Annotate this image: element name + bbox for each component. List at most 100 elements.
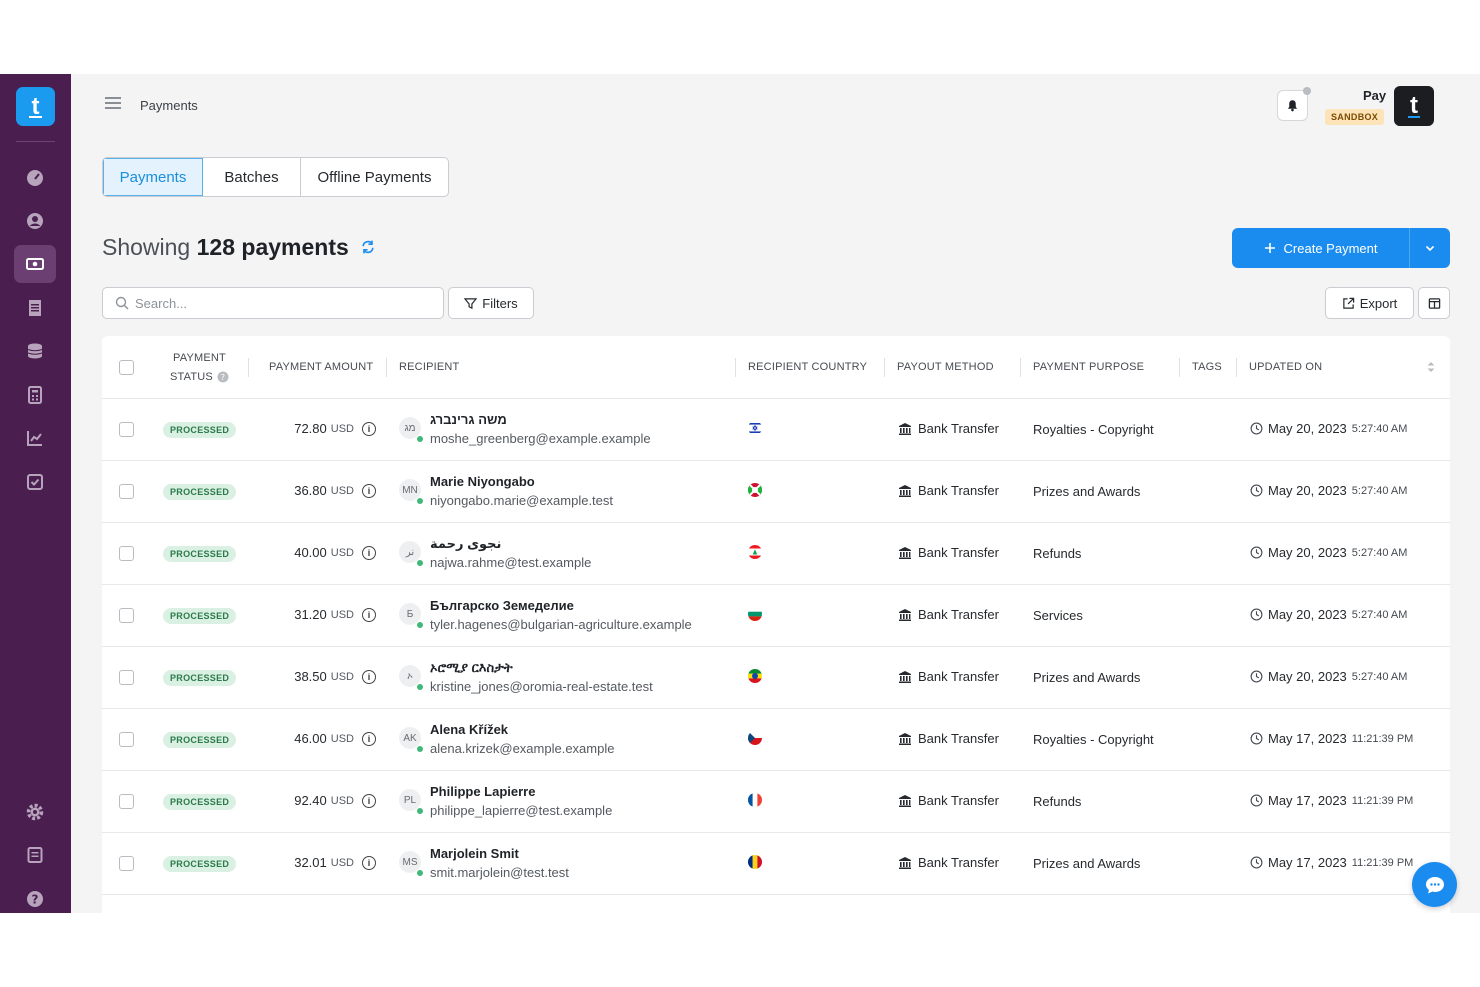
status-badge: PROCESSED (163, 856, 237, 872)
updated-on: May 17, 2023 11:21:39 PM (1250, 731, 1413, 746)
account-avatar[interactable]: t (1394, 86, 1434, 126)
payment-purpose: Prizes and Awards (1033, 856, 1141, 871)
sidebar-item-settings[interactable] (14, 793, 56, 831)
recipient-name[interactable]: Българско Земеделие (430, 598, 574, 613)
table-row[interactable]: PROCESSED 46.00 USD i AK Alena Křížek alena.kr… (102, 709, 1450, 771)
refresh-icon[interactable] (360, 239, 376, 255)
row-checkbox[interactable] (119, 732, 134, 747)
info-icon[interactable]: i (362, 731, 376, 746)
search-input[interactable] (135, 295, 415, 311)
bank-icon (899, 422, 911, 435)
export-button[interactable]: Export (1325, 287, 1414, 319)
bank-icon (899, 608, 911, 621)
column-recipient[interactable]: RECIPIENT (399, 336, 459, 399)
create-payment-menu-button[interactable] (1410, 228, 1450, 268)
sidebar-item-recipients[interactable] (14, 202, 56, 240)
table-row[interactable]: PROCESSED 38.50 USD i ኦ ኦሮሚያ ርእስታት kristine_jo… (102, 647, 1450, 709)
search-box (102, 287, 444, 319)
filters-button[interactable]: Filters (448, 287, 534, 319)
info-icon[interactable]: i (362, 545, 376, 560)
info-icon[interactable]: i (362, 421, 376, 436)
status-badge: PROCESSED (163, 422, 237, 438)
chat-button[interactable] (1412, 862, 1457, 907)
avatar: نر (399, 541, 423, 566)
recipient-name[interactable]: Alena Křížek (430, 722, 508, 737)
info-icon[interactable]: i (362, 855, 376, 870)
column-payment-purpose[interactable]: PAYMENT PURPOSE (1033, 336, 1144, 399)
recipient-name[interactable]: نجوى رحمة (430, 536, 501, 552)
updated-on: May 20, 2023 5:27:40 AM (1250, 669, 1407, 684)
bank-icon (899, 732, 911, 745)
recipient-name[interactable]: Marjolein Smit (430, 846, 519, 861)
recipient-email: moshe_greenberg@example.example (430, 431, 651, 446)
column-payment-amount[interactable]: PAYMENT AMOUNT (269, 336, 373, 399)
bell-icon (1287, 100, 1298, 112)
tab-payments[interactable]: Payments (103, 158, 203, 196)
payment-purpose: Royalties - Copyright (1033, 422, 1154, 437)
table-row[interactable]: PROCESSED 36.80 USD i MN Marie Niyongabo niyon… (102, 461, 1450, 523)
row-checkbox[interactable] (119, 546, 134, 561)
filter-icon (464, 297, 478, 309)
payout-method: Bank Transfer (898, 669, 999, 684)
external-link-icon (1342, 297, 1354, 309)
column-payment-status[interactable]: PAYMENT STATUS ? (170, 336, 229, 399)
clock-icon (1250, 546, 1263, 559)
payment-amount: 92.40 USD i (294, 793, 376, 808)
page-title: Showing 128 payments (102, 234, 349, 260)
sidebar-item-invoices[interactable] (14, 289, 56, 327)
sidebar-item-dashboard[interactable] (14, 159, 56, 197)
table-row[interactable]: PROCESSED 92.40 USD i PL Philippe Lapierre phi… (102, 771, 1450, 833)
column-tags[interactable]: TAGS (1192, 336, 1222, 399)
tab-batches[interactable]: Batches (203, 158, 301, 196)
row-checkbox[interactable] (119, 794, 134, 809)
info-icon[interactable]: i (362, 669, 376, 684)
table-row[interactable]: PROCESSED 72.80 USD i מג משה גרינברג moshe_gre… (102, 399, 1450, 461)
tab-offline-payments[interactable]: Offline Payments (301, 158, 448, 196)
row-checkbox[interactable] (119, 670, 134, 685)
sort-icon[interactable] (1426, 360, 1436, 374)
receipt-icon (29, 300, 41, 316)
table-row[interactable]: PROCESSED 31.20 USD i Б Българско Земеделие ty… (102, 585, 1450, 647)
account-name: Pay (1363, 88, 1387, 103)
sidebar-item-help[interactable]: ? (14, 880, 56, 913)
recipient-name[interactable]: Marie Niyongabo (430, 474, 535, 489)
recipient-name[interactable]: ኦሮሚያ ርእስታት (430, 660, 513, 676)
info-icon[interactable]: i (362, 793, 376, 808)
app-logo[interactable]: t (16, 87, 55, 126)
sidebar-item-payments[interactable] (14, 245, 56, 283)
clock-icon (1250, 484, 1263, 497)
payment-amount: 40.00 USD i (294, 545, 376, 560)
menu-toggle[interactable] (105, 97, 121, 111)
sidebar-item-tasks[interactable] (14, 463, 56, 501)
select-all-checkbox[interactable] (119, 360, 134, 375)
column-updated-on[interactable]: UPDATED ON (1249, 336, 1322, 399)
row-checkbox[interactable] (119, 856, 134, 871)
row-checkbox[interactable] (119, 608, 134, 623)
recipient-name[interactable]: Philippe Lapierre (430, 784, 535, 799)
table-row[interactable]: PROCESSED 32.01 USD i MS Marjolein Smit smit.m… (102, 833, 1450, 895)
avatar: ኦ (399, 665, 423, 690)
row-checkbox[interactable] (119, 422, 134, 437)
column-settings-button[interactable] (1418, 287, 1450, 319)
updated-on: May 20, 2023 5:27:40 AM (1250, 545, 1407, 560)
table-row[interactable]: PROCESSED 40.00 USD i نر نجوى رحمة najwa.rahme… (102, 523, 1450, 585)
create-payment-button[interactable]: Create Payment (1232, 228, 1410, 268)
notifications-button[interactable] (1277, 87, 1311, 121)
sidebar-item-docs[interactable] (14, 836, 56, 874)
sidebar-item-tax[interactable] (14, 376, 56, 414)
database-icon (27, 343, 43, 359)
sidebar-item-reports[interactable] (14, 419, 56, 457)
chevron-down-icon (1425, 245, 1435, 252)
info-icon[interactable]: i (362, 607, 376, 622)
sidebar-item-funding[interactable] (14, 332, 56, 370)
online-status-dot (417, 746, 423, 752)
row-checkbox[interactable] (119, 484, 134, 499)
column-recipient-country[interactable]: RECIPIENT COUNTRY (748, 336, 867, 399)
info-icon[interactable]: i (362, 483, 376, 498)
line-chart-icon (27, 431, 42, 446)
recipient-name[interactable]: משה גרינברג (430, 412, 507, 427)
column-payout-method[interactable]: PAYOUT METHOD (897, 336, 994, 399)
avatar: AK (399, 727, 423, 752)
payment-amount: 32.01 USD i (294, 855, 376, 870)
avatar: מג (399, 417, 423, 442)
